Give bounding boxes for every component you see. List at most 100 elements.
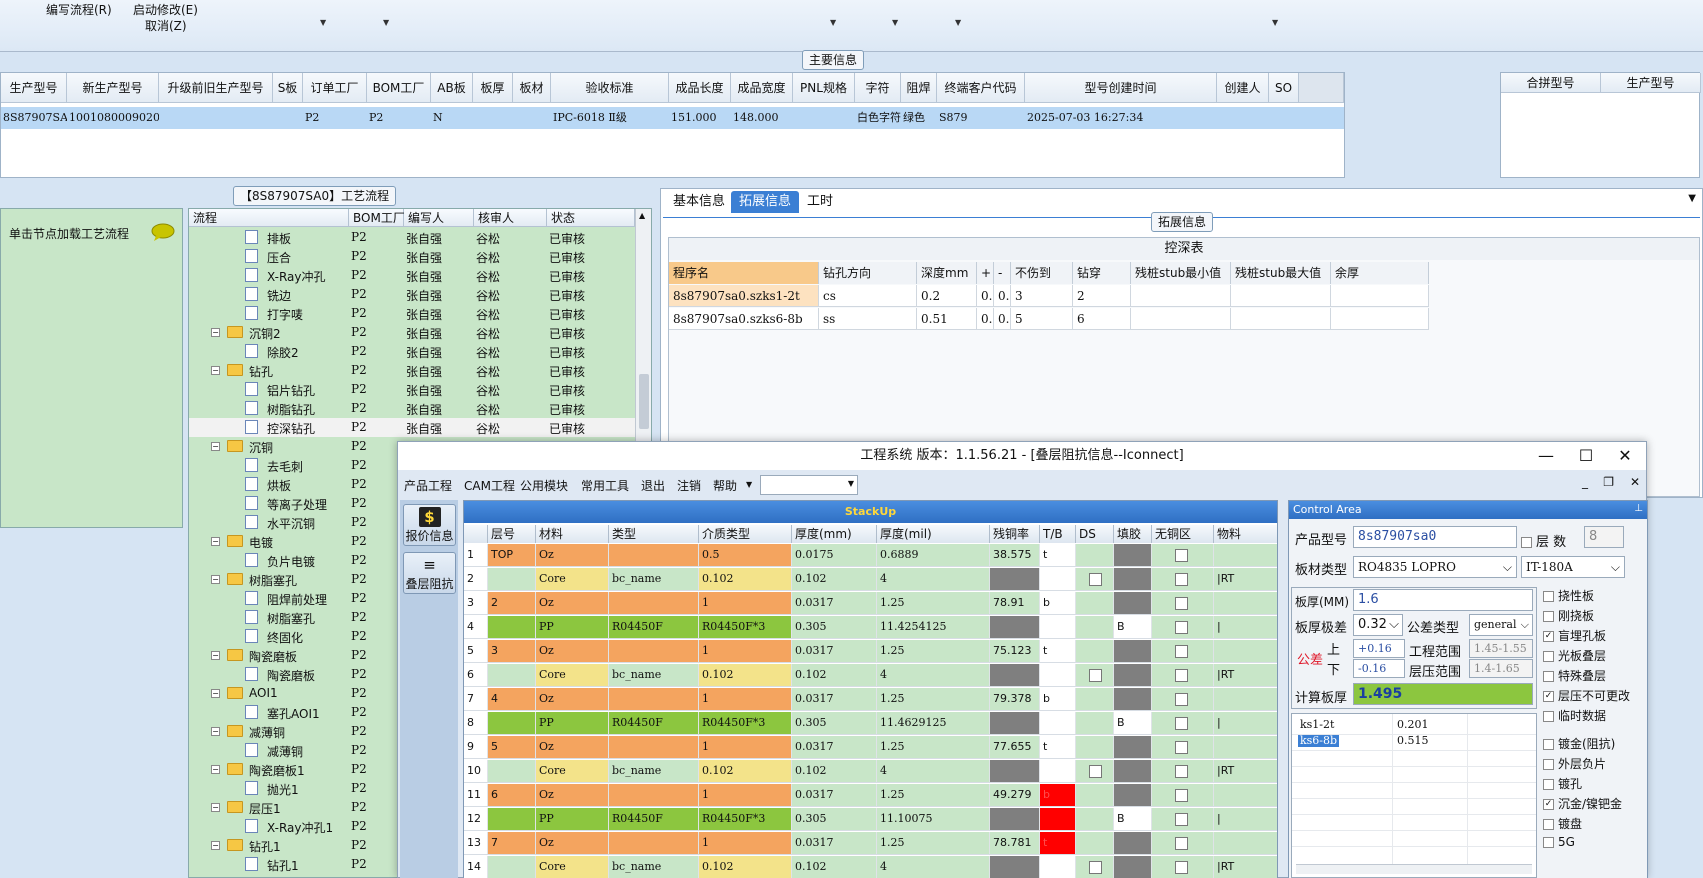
table-cell[interactable] bbox=[1214, 544, 1277, 566]
checkbox[interactable] bbox=[1089, 860, 1102, 874]
collapse-icon[interactable]: − bbox=[211, 537, 220, 546]
table-cell[interactable] bbox=[990, 712, 1040, 734]
collapse-icon[interactable]: − bbox=[211, 651, 220, 660]
table-cell[interactable] bbox=[1076, 568, 1114, 590]
tree-row[interactable]: 铣边 P2 张自强 谷松 已审核 bbox=[189, 285, 635, 304]
table-cell[interactable]: 0.. bbox=[977, 308, 994, 330]
column-header[interactable]: 无铜区 bbox=[1152, 525, 1214, 543]
column-header[interactable]: 生产型号 bbox=[1, 73, 67, 103]
table-cell[interactable] bbox=[1076, 544, 1114, 566]
table-cell[interactable] bbox=[990, 808, 1040, 830]
table-cell[interactable]: 0.305 bbox=[792, 616, 877, 638]
table-cell[interactable] bbox=[1152, 640, 1214, 662]
column-header[interactable]: 状态 bbox=[547, 209, 635, 227]
menu-cancel[interactable]: 取消(Z) bbox=[145, 17, 187, 34]
table-cell[interactable] bbox=[1152, 544, 1214, 566]
table-cell[interactable]: 0.305 bbox=[792, 808, 877, 830]
table-cell[interactable]: 0.2 bbox=[917, 285, 977, 307]
table-row[interactable]: 14 Core bc_name 0.102 0.102 4 |RT bbox=[464, 856, 1277, 878]
table-cell[interactable]: B bbox=[1114, 808, 1152, 830]
chevron-down-icon[interactable]: ▼ bbox=[1272, 18, 1278, 27]
table-cell[interactable]: 0.. bbox=[994, 285, 1011, 307]
table-cell[interactable] bbox=[1076, 712, 1114, 734]
table-cell[interactable] bbox=[1152, 760, 1214, 782]
column-header[interactable]: 类型 bbox=[609, 525, 699, 543]
option-checkbox[interactable]: 光板叠层 bbox=[1543, 647, 1606, 665]
tb-cell-red[interactable] bbox=[1040, 808, 1076, 830]
table-cell[interactable] bbox=[1152, 856, 1214, 878]
table-cell[interactable]: 0.102 bbox=[699, 856, 792, 878]
close-icon[interactable]: ✕ bbox=[1610, 446, 1640, 465]
table-row[interactable]: 12 PP R04450F R04450F*3 0.305 11.10075 B | bbox=[464, 808, 1277, 831]
table-cell[interactable] bbox=[1114, 832, 1152, 854]
checkbox[interactable] bbox=[1089, 572, 1102, 586]
table-cell[interactable] bbox=[1040, 712, 1076, 734]
table-cell[interactable] bbox=[1214, 640, 1277, 662]
checkbox-box[interactable] bbox=[1543, 819, 1554, 830]
table-cell[interactable]: t bbox=[1040, 544, 1076, 566]
table-cell[interactable] bbox=[1152, 736, 1214, 758]
table-cell[interactable]: 0.51 bbox=[917, 308, 977, 330]
scrollbar-thumb[interactable] bbox=[639, 374, 649, 429]
table-cell[interactable] bbox=[1214, 784, 1277, 806]
table-cell[interactable]: 1.25 bbox=[877, 832, 990, 854]
table-cell[interactable] bbox=[1114, 592, 1152, 614]
checkbox-box[interactable] bbox=[1543, 711, 1554, 722]
menu-tools[interactable]: 常用工具 bbox=[581, 477, 629, 494]
table-cell[interactable]: |RT bbox=[1214, 568, 1277, 590]
table-cell[interactable]: |RT bbox=[1214, 856, 1277, 878]
table-cell[interactable]: 0.102 bbox=[699, 664, 792, 686]
table-row[interactable]: 13 7 Oz 1 0.0317 1.25 78.781 t bbox=[464, 832, 1277, 855]
checkbox[interactable] bbox=[1175, 764, 1188, 778]
table-cell[interactable]: 3 bbox=[1011, 285, 1073, 307]
table-cell[interactable]: 8s87907sa0.szks6-8b bbox=[669, 308, 819, 330]
table-cell[interactable]: 79.378 bbox=[990, 688, 1040, 710]
column-header[interactable]: 升级前旧生产型号 bbox=[159, 73, 273, 103]
column-header[interactable]: 层号 bbox=[488, 525, 536, 543]
table-cell[interactable]: 0.. bbox=[977, 285, 994, 307]
table-cell[interactable] bbox=[1114, 856, 1152, 878]
tab-basic-info[interactable]: 基本信息 bbox=[665, 191, 733, 213]
material2-select[interactable]: IT-180A ⌵ bbox=[1521, 556, 1625, 578]
close-icon[interactable]: ✕ bbox=[1630, 475, 1640, 489]
checkbox-box[interactable]: ✓ bbox=[1543, 691, 1554, 702]
table-cell[interactable] bbox=[1040, 568, 1076, 590]
table-cell[interactable]: 78.781 bbox=[990, 832, 1040, 854]
collapse-icon[interactable]: − bbox=[211, 689, 220, 698]
quote-info-button[interactable]: $ 报价信息 bbox=[403, 504, 456, 546]
table-cell[interactable]: 4 bbox=[877, 760, 990, 782]
column-header[interactable]: 板材 bbox=[513, 73, 551, 103]
table-cell[interactable]: 1 bbox=[699, 640, 792, 662]
table-cell[interactable] bbox=[1076, 592, 1114, 614]
table-cell[interactable] bbox=[1076, 832, 1114, 854]
table-cell[interactable] bbox=[1040, 616, 1076, 638]
column-header[interactable]: 成品宽度 bbox=[731, 73, 793, 103]
option-checkbox[interactable]: 刚挠板 bbox=[1543, 607, 1594, 625]
table-cell[interactable]: | bbox=[1214, 808, 1277, 830]
checkbox[interactable] bbox=[1089, 668, 1102, 682]
column-header[interactable]: 型号创建时间 bbox=[1025, 73, 1217, 103]
checkbox-box[interactable] bbox=[1543, 591, 1554, 602]
table-cell[interactable] bbox=[1152, 616, 1214, 638]
table-cell[interactable] bbox=[1076, 616, 1114, 638]
column-header[interactable]: BOM工厂 bbox=[367, 73, 431, 103]
list-item[interactable]: ks1-2t bbox=[1298, 718, 1336, 731]
option-checkbox[interactable]: 镀孔 bbox=[1543, 775, 1582, 793]
product-input[interactable]: 8s87907sa0 bbox=[1353, 526, 1517, 548]
table-cell[interactable]: 5 bbox=[1011, 308, 1073, 330]
chevron-down-icon[interactable]: ▼ bbox=[383, 18, 389, 27]
table-cell[interactable]: 38.575 bbox=[990, 544, 1040, 566]
table-row[interactable]: 11 6 Oz 1 0.0317 1.25 49.279 b bbox=[464, 784, 1277, 807]
checkbox[interactable] bbox=[1175, 572, 1188, 586]
tree-row[interactable]: 打字唛 P2 张自强 谷松 已审核 bbox=[189, 304, 635, 323]
layers-check[interactable]: 层 数 bbox=[1521, 531, 1566, 550]
table-cell[interactable] bbox=[1076, 856, 1114, 878]
dialog-combo[interactable]: ▼ bbox=[760, 475, 858, 495]
table-cell[interactable]: 0.102 bbox=[699, 568, 792, 590]
tb-cell-red[interactable]: b bbox=[1040, 784, 1076, 806]
tree-row[interactable]: 树脂钻孔 P2 张自强 谷松 已审核 bbox=[189, 399, 635, 418]
table-cell[interactable]: 1 bbox=[699, 832, 792, 854]
option-checkbox[interactable]: 临时数据 bbox=[1543, 707, 1606, 725]
scrollbar[interactable] bbox=[1296, 864, 1532, 874]
table-cell[interactable]: 0.102 bbox=[792, 664, 877, 686]
